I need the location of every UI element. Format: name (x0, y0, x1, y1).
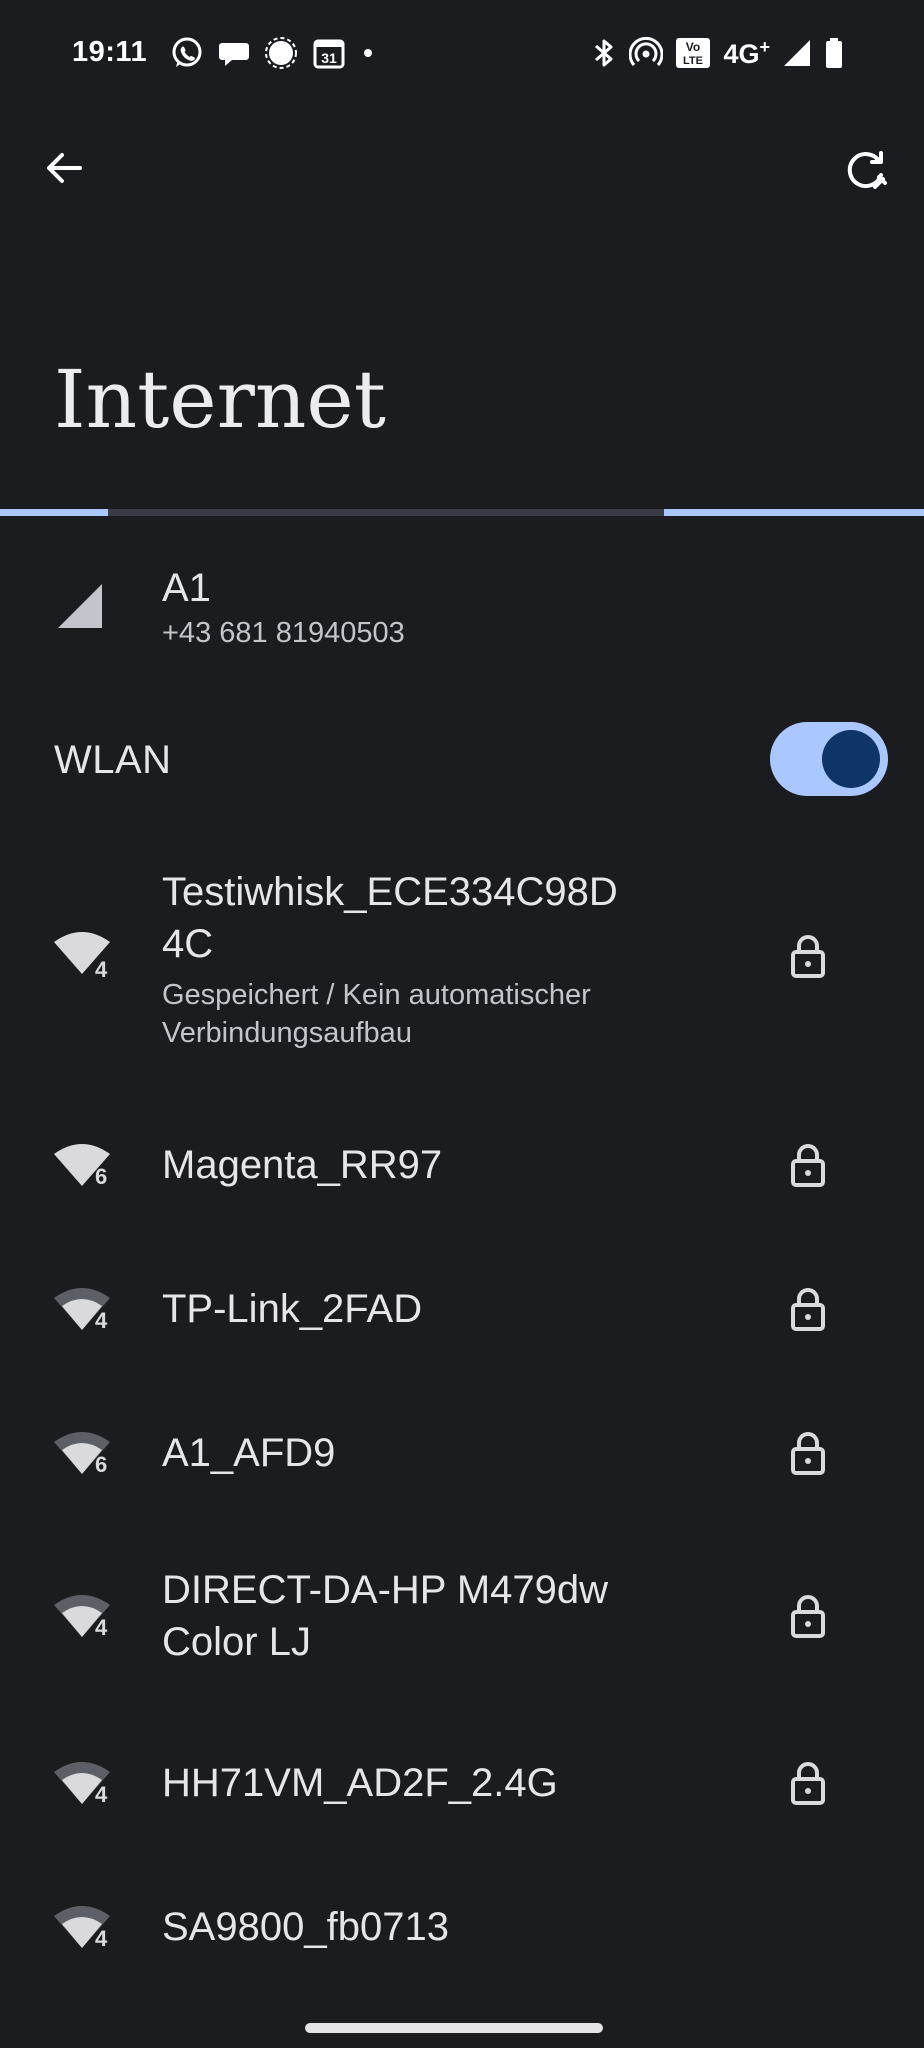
lock-icon (791, 1595, 825, 1638)
wifi-badge: 4 (95, 1926, 108, 1951)
wlan-switch[interactable] (770, 722, 888, 796)
wifi-signal-icon: 4 (54, 1906, 110, 1951)
wifi-network-text: A1_AFD9 (162, 1427, 754, 1479)
page-title: Internet (54, 353, 386, 446)
notification-icons: 31 (170, 36, 376, 70)
wifi-network-name: TP-Link_2FAD (162, 1287, 423, 1331)
network-type-label: 4G (723, 38, 760, 69)
wifi-network-name: Magenta_RR97 (162, 1143, 443, 1187)
cell-signal-icon (782, 38, 812, 68)
lock-icon (791, 1288, 825, 1331)
gesture-nav-handle[interactable] (305, 2023, 603, 2033)
lock-icon (791, 935, 825, 978)
wifi-network-name: SA9800_fb0713 (162, 1905, 449, 1949)
wifi-badge: 4 (95, 1782, 108, 1807)
wifi-network-name-cont: Color LJ (162, 1620, 311, 1664)
wlan-switch-knob (822, 730, 880, 788)
wifi-network-text: HH71VM_AD2F_2.4G (162, 1757, 754, 1809)
mobile-network-text: A1 +43 681 81940503 (162, 562, 754, 652)
network-type-plus: + (759, 36, 770, 57)
wifi-network-text: SA9800_fb0713 (162, 1901, 754, 1953)
wifi-network-text: TP-Link_2FAD (162, 1283, 754, 1335)
chat-bubble-icon (218, 37, 250, 69)
wifi-signal-icon: 6 (54, 1432, 110, 1477)
wifi-badge: 4 (95, 1615, 108, 1640)
calendar-day: 31 (321, 50, 337, 66)
volte-icon: Vo LTE (675, 37, 711, 69)
status-bar: 19:11 31 Vo LTE 4G+ (0, 0, 924, 110)
wifi-signal-icon: 4 (54, 932, 110, 978)
network-type: 4G+ (723, 37, 770, 70)
arrow-back-icon (47, 153, 82, 183)
lock-icon (791, 1762, 825, 1805)
volte-label-top: Vo (686, 40, 700, 54)
refresh-button[interactable] (836, 140, 896, 200)
wifi-network-name: DIRECT-DA-HP M479dw (162, 1568, 609, 1612)
whatsapp-icon (170, 36, 204, 70)
loading-progress-bar (0, 509, 924, 516)
wifi-network-status-cont: Verbindungsaufbau (162, 1017, 412, 1049)
wifi-network-row[interactable]: 4 Testiwhisk_ECE334C98D 4C Gespeichert /… (0, 862, 924, 1062)
lock-icon (791, 1432, 825, 1475)
lock-icon (791, 1144, 825, 1187)
wifi-badge: 4 (95, 1308, 108, 1333)
wifi-network-row[interactable]: 6 A1_AFD9 (0, 1398, 924, 1508)
wifi-network-name: A1_AFD9 (162, 1431, 336, 1475)
wifi-network-row[interactable]: 4 DIRECT-DA-HP M479dw Color LJ (0, 1540, 924, 1690)
status-time: 19:11 (72, 36, 148, 68)
wifi-signal-icon: 6 (54, 1144, 110, 1189)
wifi-signal-icon: 4 (54, 1288, 110, 1333)
wifi-network-name: HH71VM_AD2F_2.4G (162, 1761, 558, 1805)
wifi-badge: 6 (95, 1452, 107, 1477)
wifi-network-status: Gespeichert / Kein automatischer (162, 979, 591, 1011)
wifi-network-row[interactable]: 4 HH71VM_AD2F_2.4G (0, 1728, 924, 1838)
battery-icon (824, 37, 844, 69)
wifi-network-row[interactable]: 4 SA9800_fb0713 (0, 1872, 924, 1982)
progress-segment-right (664, 509, 924, 516)
bluetooth-icon (591, 36, 617, 70)
mobile-network-row[interactable]: A1 +43 681 81940503 (0, 552, 924, 672)
hotspot-icon (629, 36, 664, 70)
wlan-label: WLAN (54, 738, 172, 782)
wifi-signal-icon: 4 (54, 1762, 110, 1807)
wifi-network-name-cont: 4C (162, 922, 214, 966)
top-app-bar (0, 130, 924, 210)
calendar-icon: 31 (312, 36, 346, 70)
wifi-network-text: Magenta_RR97 (162, 1139, 754, 1191)
wifi-badge: 6 (95, 1164, 107, 1189)
carrier-name: A1 (162, 566, 211, 610)
progress-segment-left (0, 509, 108, 516)
signal-messenger-icon (264, 36, 298, 70)
wifi-network-name: Testiwhisk_ECE334C98D (162, 870, 618, 914)
refresh-icon (847, 151, 887, 189)
back-button[interactable] (36, 140, 92, 196)
system-icons: Vo LTE 4G+ (591, 36, 844, 70)
wifi-network-text: Testiwhisk_ECE334C98D 4C Gespeichert / K… (162, 866, 754, 1052)
wifi-network-text: DIRECT-DA-HP M479dw Color LJ (162, 1564, 754, 1668)
phone-number: +43 681 81940503 (162, 617, 405, 649)
wifi-badge: 4 (95, 957, 108, 978)
dot-icon (360, 45, 376, 61)
volte-label-bottom: LTE (683, 55, 703, 67)
cell-signal-icon (58, 584, 102, 628)
wifi-network-row[interactable]: 6 Magenta_RR97 (0, 1110, 924, 1220)
wifi-signal-icon: 4 (54, 1595, 110, 1640)
wifi-network-row[interactable]: 4 TP-Link_2FAD (0, 1254, 924, 1364)
